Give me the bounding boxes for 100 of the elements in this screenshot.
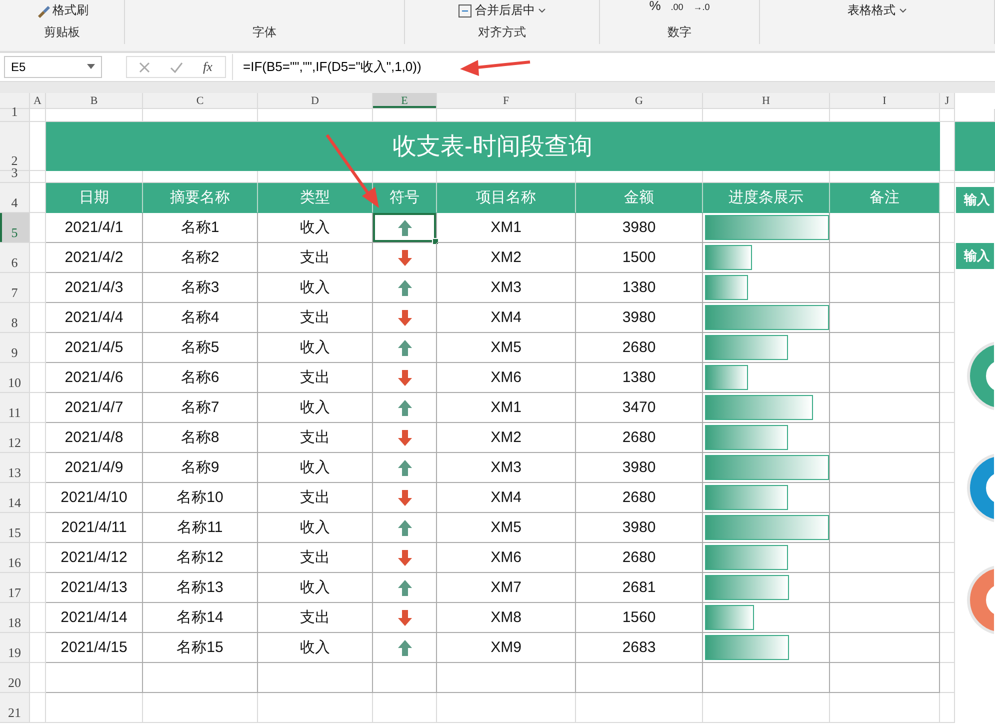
table-cell[interactable]	[373, 213, 437, 243]
insert-function-button[interactable]: fx	[203, 59, 212, 75]
column-header[interactable]: D	[258, 93, 373, 109]
empty-cell[interactable]	[830, 243, 940, 273]
select-all-button[interactable]	[0, 93, 30, 109]
table-cell[interactable]	[373, 423, 437, 453]
empty-cell[interactable]	[46, 109, 143, 122]
empty-cell[interactable]	[940, 393, 955, 423]
empty-cell[interactable]	[940, 543, 955, 573]
empty-cell[interactable]	[940, 363, 955, 393]
fill-handle[interactable]	[432, 238, 439, 245]
table-cell[interactable]	[373, 303, 437, 333]
empty-cell[interactable]	[576, 693, 703, 723]
row-header[interactable]: 7	[0, 273, 30, 303]
empty-cell[interactable]	[30, 333, 46, 363]
empty-cell[interactable]	[830, 393, 940, 423]
table-cell[interactable]	[373, 483, 437, 513]
table-cell[interactable]	[373, 513, 437, 543]
row-header[interactable]: 13	[0, 453, 30, 483]
empty-cell[interactable]	[830, 213, 940, 243]
table-cell[interactable]	[373, 633, 437, 663]
empty-cell[interactable]	[940, 303, 955, 333]
row-header[interactable]: 16	[0, 543, 30, 573]
empty-cell[interactable]	[830, 663, 940, 693]
empty-cell[interactable]	[830, 483, 940, 513]
empty-cell[interactable]	[30, 453, 46, 483]
row-header[interactable]: 19	[0, 633, 30, 663]
row-header[interactable]: 14	[0, 483, 30, 513]
table-cell[interactable]	[373, 273, 437, 303]
row-header[interactable]: 15	[0, 513, 30, 543]
empty-cell[interactable]	[30, 273, 46, 303]
empty-cell[interactable]	[143, 109, 258, 122]
empty-cell[interactable]	[830, 273, 940, 303]
row-header[interactable]: 11	[0, 393, 30, 423]
empty-cell[interactable]	[30, 183, 46, 213]
empty-cell[interactable]	[30, 573, 46, 603]
empty-cell[interactable]	[30, 633, 46, 663]
column-header[interactable]: I	[830, 93, 940, 109]
empty-cell[interactable]	[940, 213, 955, 243]
empty-cell[interactable]	[30, 122, 46, 171]
ribbon-button[interactable]: .00	[670, 2, 684, 12]
empty-cell[interactable]	[30, 423, 46, 453]
column-header[interactable]: G	[576, 93, 703, 109]
empty-cell[interactable]	[940, 243, 955, 273]
empty-cell[interactable]	[830, 109, 940, 122]
empty-cell[interactable]	[46, 693, 143, 723]
empty-cell[interactable]	[830, 303, 940, 333]
empty-cell[interactable]	[940, 603, 955, 633]
empty-cell[interactable]	[940, 333, 955, 363]
empty-cell[interactable]	[30, 393, 46, 423]
empty-cell[interactable]	[258, 109, 373, 122]
column-header[interactable]: H	[703, 93, 830, 109]
empty-cell[interactable]	[940, 122, 955, 171]
empty-cell[interactable]	[940, 633, 955, 663]
ribbon-button[interactable]: 格式刷	[36, 2, 88, 19]
empty-cell[interactable]	[143, 693, 258, 723]
empty-cell[interactable]	[830, 363, 940, 393]
row-header[interactable]: 1	[0, 109, 30, 122]
empty-cell[interactable]	[143, 663, 258, 693]
empty-cell[interactable]	[437, 171, 576, 183]
empty-cell[interactable]	[30, 483, 46, 513]
column-header[interactable]: J	[940, 93, 955, 109]
empty-cell[interactable]	[30, 363, 46, 393]
row-header[interactable]: 12	[0, 423, 30, 453]
ribbon-button[interactable]: →.0	[693, 2, 710, 12]
empty-cell[interactable]	[830, 633, 940, 663]
empty-cell[interactable]	[373, 171, 437, 183]
name-box[interactable]: E5	[4, 56, 102, 78]
column-header[interactable]: B	[46, 93, 143, 109]
ribbon-button[interactable]: 合并后居中	[458, 2, 546, 19]
empty-cell[interactable]	[830, 603, 940, 633]
empty-cell[interactable]	[46, 171, 143, 183]
empty-cell[interactable]	[30, 213, 46, 243]
ribbon-button[interactable]: 表格格式	[848, 2, 906, 19]
empty-cell[interactable]	[30, 663, 46, 693]
column-header[interactable]: A	[30, 93, 46, 109]
empty-cell[interactable]	[576, 109, 703, 122]
empty-cell[interactable]	[703, 663, 830, 693]
row-header[interactable]: 9	[0, 333, 30, 363]
empty-cell[interactable]	[830, 573, 940, 603]
empty-cell[interactable]	[373, 693, 437, 723]
empty-cell[interactable]	[30, 243, 46, 273]
table-cell[interactable]	[373, 363, 437, 393]
empty-cell[interactable]	[940, 513, 955, 543]
empty-cell[interactable]	[46, 663, 143, 693]
row-header[interactable]: 21	[0, 693, 30, 723]
empty-cell[interactable]	[30, 543, 46, 573]
table-cell[interactable]	[373, 453, 437, 483]
row-header[interactable]: 18	[0, 603, 30, 633]
empty-cell[interactable]	[940, 183, 955, 213]
row-header[interactable]: 8	[0, 303, 30, 333]
empty-cell[interactable]	[703, 109, 830, 122]
empty-cell[interactable]	[258, 663, 373, 693]
empty-cell[interactable]	[30, 603, 46, 633]
row-header[interactable]: 6	[0, 243, 30, 273]
empty-cell[interactable]	[830, 693, 940, 723]
empty-cell[interactable]	[830, 453, 940, 483]
empty-cell[interactable]	[940, 273, 955, 303]
empty-cell[interactable]	[955, 171, 995, 183]
empty-cell[interactable]	[30, 693, 46, 723]
